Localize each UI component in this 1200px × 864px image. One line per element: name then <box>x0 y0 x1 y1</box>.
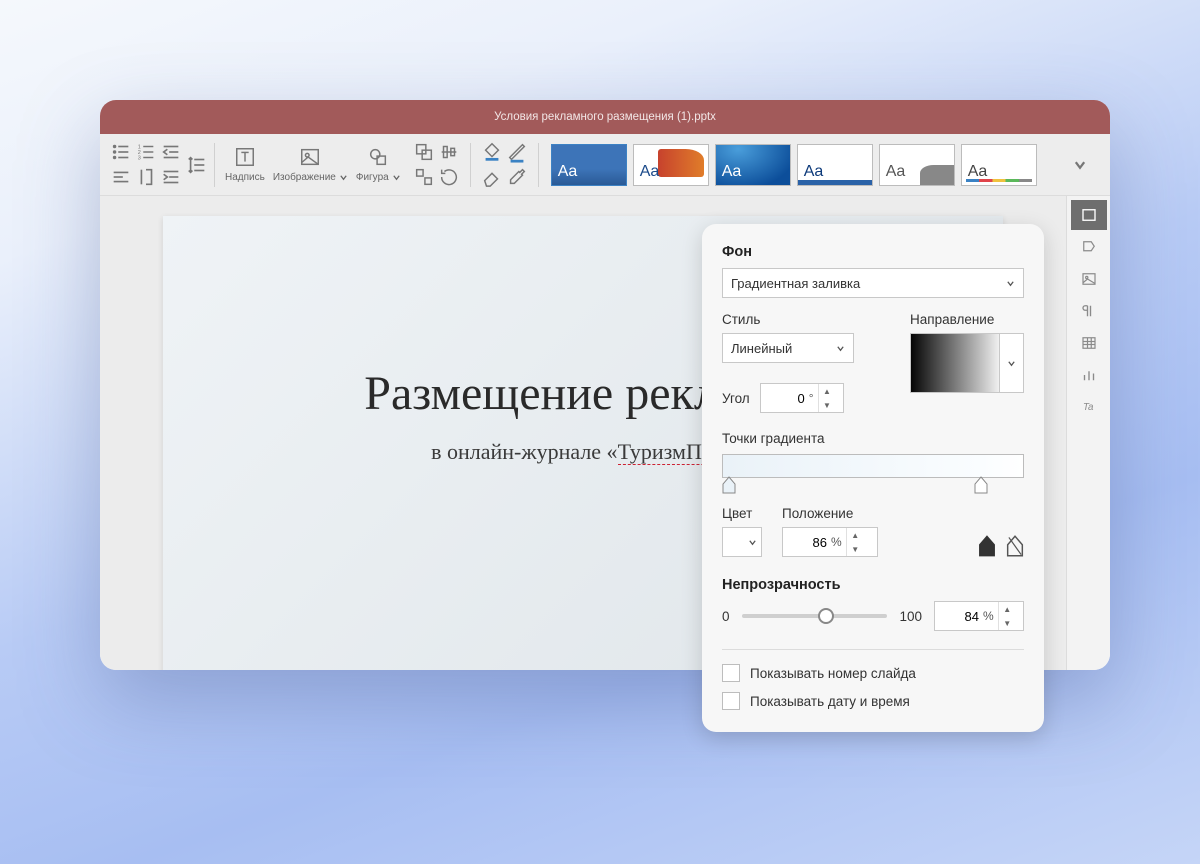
shape-settings-tab[interactable] <box>1071 232 1107 262</box>
gradient-stops-bar[interactable] <box>722 454 1024 478</box>
rotate-button[interactable] <box>438 166 460 188</box>
svg-text:3: 3 <box>138 155 141 161</box>
show-slide-number-checkbox[interactable] <box>722 664 740 682</box>
stop-color-select[interactable] <box>722 527 762 557</box>
group-button[interactable] <box>413 166 435 188</box>
remove-stop-icon[interactable] <box>1006 535 1024 557</box>
opacity-label: Непрозрачность <box>722 577 1024 593</box>
theme-gallery: Aa Aa Aa Aa Aa Aa <box>545 144 1043 186</box>
angle-down-icon[interactable]: ▼ <box>819 398 836 412</box>
line-spacing-button[interactable] <box>186 154 208 176</box>
toolbar: 123 Надпись Изображение Фигура <box>100 134 1110 196</box>
fill-color-button[interactable] <box>481 141 503 163</box>
paragraph-settings-tab[interactable] <box>1071 296 1107 326</box>
gradient-stop-1[interactable] <box>722 476 736 494</box>
position-down-icon[interactable]: ▼ <box>847 542 864 556</box>
gradient-stop-2[interactable] <box>974 476 988 494</box>
table-settings-tab[interactable] <box>1071 328 1107 358</box>
direction-select[interactable] <box>1000 333 1024 393</box>
eyedropper-button[interactable] <box>506 166 528 188</box>
slide-settings-tab[interactable] <box>1071 200 1107 230</box>
eraser-button[interactable] <box>481 166 503 188</box>
numbered-list-button[interactable]: 123 <box>135 141 157 163</box>
slide-subtitle: в онлайн-журнале «ТуризмПро» <box>431 439 735 465</box>
titlebar: Условия рекламного размещения (1).pptx <box>100 100 1110 134</box>
theme-option-4[interactable]: Aa <box>797 144 873 186</box>
angle-label: Угол <box>722 391 750 406</box>
show-slide-number-label: Показывать номер слайда <box>750 666 916 681</box>
svg-text:Ta: Ta <box>1083 402 1094 413</box>
expand-toolbar-button[interactable] <box>1062 147 1098 183</box>
document-title: Условия рекламного размещения (1).pptx <box>494 111 716 123</box>
theme-option-6[interactable]: Aa <box>961 144 1037 186</box>
style-label: Стиль <box>722 312 890 327</box>
position-up-icon[interactable]: ▲ <box>847 528 864 542</box>
insert-image[interactable]: Изображение <box>269 146 352 183</box>
opacity-up-icon[interactable]: ▲ <box>999 602 1016 616</box>
position-spinner[interactable]: % ▲▼ <box>782 527 878 557</box>
opacity-down-icon[interactable]: ▼ <box>999 616 1016 630</box>
add-stop-icon[interactable] <box>978 535 996 557</box>
align-objects-button[interactable] <box>438 141 460 163</box>
list-formatting-group: 123 <box>106 141 186 188</box>
bullet-list-button[interactable] <box>110 141 132 163</box>
outdent-button[interactable] <box>160 141 182 163</box>
insert-textbox-label: Надпись <box>225 172 265 183</box>
show-slide-number-row[interactable]: Показывать номер слайда <box>722 664 1024 682</box>
textart-settings-tab[interactable]: Ta <box>1071 392 1107 422</box>
opacity-input[interactable] <box>935 609 983 624</box>
background-fill-select[interactable]: Градиентная заливка <box>722 268 1024 298</box>
vertical-align-button[interactable] <box>135 166 157 188</box>
line-color-button[interactable] <box>506 141 528 163</box>
chart-settings-tab[interactable] <box>1071 360 1107 390</box>
show-date-checkbox[interactable] <box>722 692 740 710</box>
indent-button[interactable] <box>160 166 182 188</box>
direction-preview <box>910 333 1000 393</box>
angle-input[interactable] <box>761 391 809 406</box>
direction-label: Направление <box>910 312 1024 327</box>
slide-properties-panel: Фон Градиентная заливка Стиль Линейный У… <box>702 224 1044 732</box>
position-label: Положение <box>782 506 878 521</box>
insert-shape[interactable]: Фигура <box>352 146 405 183</box>
insert-shape-label: Фигура <box>356 172 389 183</box>
theme-option-5[interactable]: Aa <box>879 144 955 186</box>
insert-textbox[interactable]: Надпись <box>221 146 269 183</box>
theme-option-1[interactable]: Aa <box>551 144 627 186</box>
color-label: Цвет <box>722 506 762 521</box>
position-input[interactable] <box>783 535 831 550</box>
align-button[interactable] <box>110 166 132 188</box>
background-label: Фон <box>722 244 1024 260</box>
insert-image-label: Изображение <box>273 172 336 183</box>
theme-option-3[interactable]: Aa <box>715 144 791 186</box>
angle-up-icon[interactable]: ▲ <box>819 384 836 398</box>
opacity-max: 100 <box>899 609 922 624</box>
angle-spinner[interactable]: ° ▲▼ <box>760 383 844 413</box>
gradient-style-select[interactable]: Линейный <box>722 333 854 363</box>
theme-option-2[interactable]: Aa <box>633 144 709 186</box>
show-date-label: Показывать дату и время <box>750 694 910 709</box>
image-settings-tab[interactable] <box>1071 264 1107 294</box>
arrange-button[interactable] <box>413 141 435 163</box>
opacity-min: 0 <box>722 609 730 624</box>
right-rail: Ta <box>1066 196 1110 670</box>
show-date-row[interactable]: Показывать дату и время <box>722 692 1024 710</box>
opacity-slider[interactable] <box>742 614 888 618</box>
gradient-stops-label: Точки градиента <box>722 431 1024 446</box>
opacity-spinner[interactable]: % ▲▼ <box>934 601 1024 631</box>
opacity-slider-thumb[interactable] <box>818 608 834 624</box>
